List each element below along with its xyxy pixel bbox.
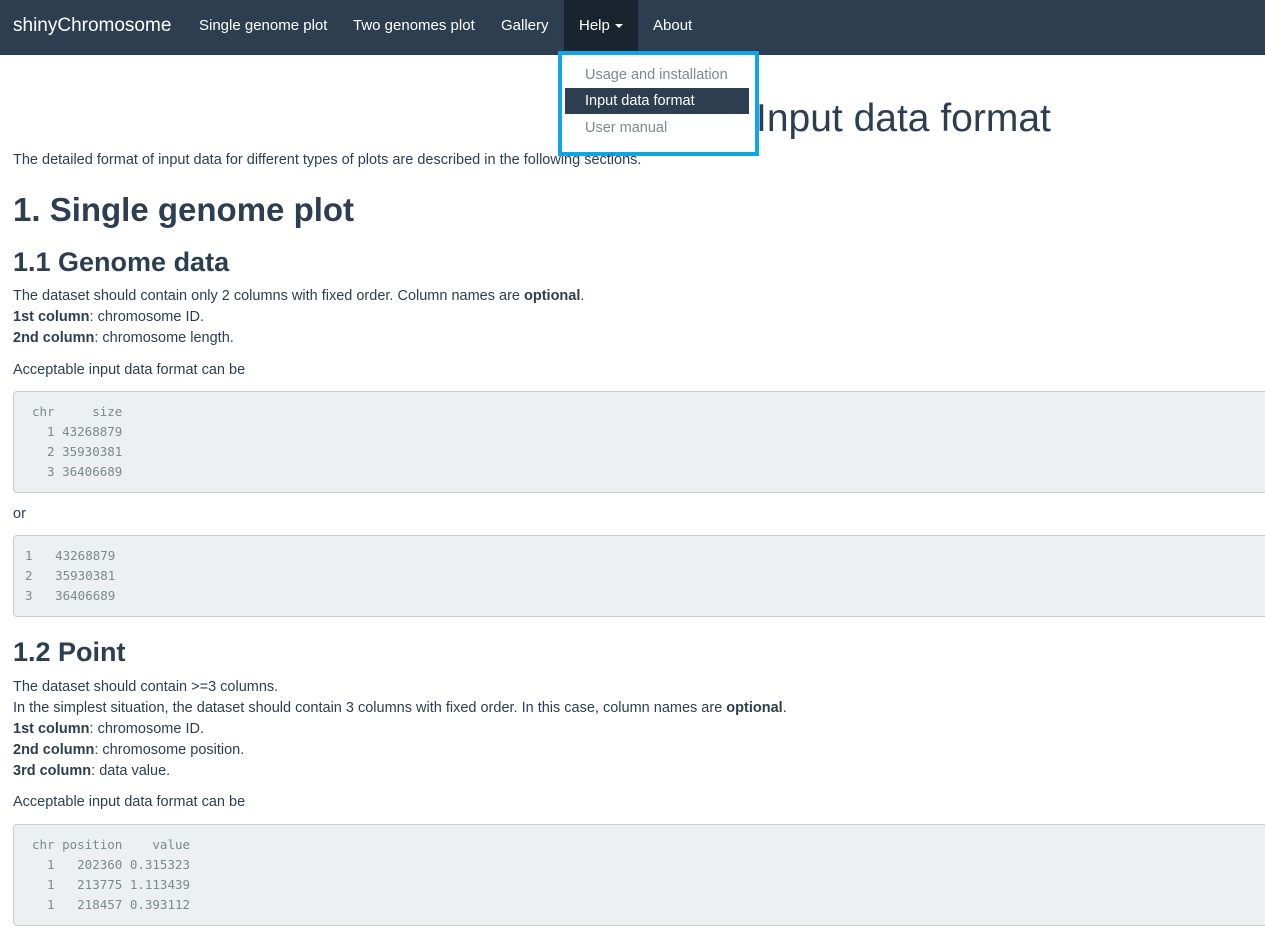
navbar: shinyChromosome Single genome plot Two g… <box>0 0 1265 55</box>
genome-description-bold: optional <box>524 288 581 304</box>
dropdown-item-usage-and-installation[interactable]: Usage and installation <box>565 62 749 88</box>
point-column-1-label: 1st column <box>13 721 90 737</box>
page-title: Input data format <box>756 97 1051 140</box>
point-line-2-bold: optional <box>726 700 783 716</box>
genome-column-1-text: : chromosome ID. <box>89 309 204 325</box>
nav-gallery[interactable]: Gallery <box>501 0 549 55</box>
genome-description-text: The dataset should contain only 2 column… <box>13 288 524 304</box>
point-code-block: chr position value 1 202360 0.315323 1 2… <box>13 824 1265 926</box>
genome-code-block-2: 1 43268879 2 35930381 3 36406689 <box>13 535 1265 617</box>
nav-help-label: Help <box>579 17 610 34</box>
caret-down-icon <box>614 24 623 29</box>
point-acceptable-text: Acceptable input data format can be <box>13 794 246 810</box>
genome-description-end: . <box>580 288 585 304</box>
point-column-2-label: 2nd column <box>13 742 95 758</box>
genome-column-1: 1st column: chromosome ID. <box>13 307 204 328</box>
section-heading-single-genome-plot: 1. Single genome plot <box>13 191 355 228</box>
point-line-2: In the simplest situation, the dataset s… <box>13 698 787 719</box>
or-text: or <box>13 506 26 522</box>
dropdown-item-input-data-format[interactable]: Input data format <box>565 88 749 114</box>
point-column-3: 3rd column: data value. <box>13 761 170 782</box>
genome-column-2: 2nd column: chromosome length. <box>13 328 234 349</box>
point-line-2-text: In the simplest situation, the dataset s… <box>13 700 727 716</box>
genome-column-2-label: 2nd column <box>13 330 95 346</box>
nav-single-genome-plot[interactable]: Single genome plot <box>199 0 327 55</box>
point-column-2: 2nd column: chromosome position. <box>13 740 244 761</box>
intro-text: The detailed format of input data for di… <box>13 152 642 168</box>
nav-about[interactable]: About <box>653 0 692 55</box>
point-column-3-text: : data value. <box>91 763 171 779</box>
genome-column-2-text: : chromosome length. <box>94 330 234 346</box>
help-dropdown-menu: Usage and installation Input data format… <box>558 51 759 156</box>
subsection-heading-genome-data: 1.1 Genome data <box>13 247 230 277</box>
point-column-1: 1st column: chromosome ID. <box>13 719 204 740</box>
point-line-1: The dataset should contain >=3 columns. <box>13 679 279 695</box>
nav-help[interactable]: Help <box>564 0 638 55</box>
genome-acceptable-text: Acceptable input data format can be <box>13 362 246 378</box>
point-column-3-label: 3rd column <box>13 763 92 779</box>
point-column-2-text: : chromosome position. <box>94 742 245 758</box>
nav-two-genomes-plot[interactable]: Two genomes plot <box>353 0 475 55</box>
dropdown-item-user-manual[interactable]: User manual <box>565 115 749 141</box>
subsection-heading-point: 1.2 Point <box>13 637 126 667</box>
brand-link[interactable]: shinyChromosome <box>13 14 171 38</box>
point-line-2-end: . <box>782 700 787 716</box>
genome-description: The dataset should contain only 2 column… <box>13 286 584 307</box>
genome-code-block-1: chr size 1 43268879 2 35930381 3 3640668… <box>13 391 1265 493</box>
genome-column-1-label: 1st column <box>13 309 90 325</box>
point-column-1-text: : chromosome ID. <box>89 721 204 737</box>
